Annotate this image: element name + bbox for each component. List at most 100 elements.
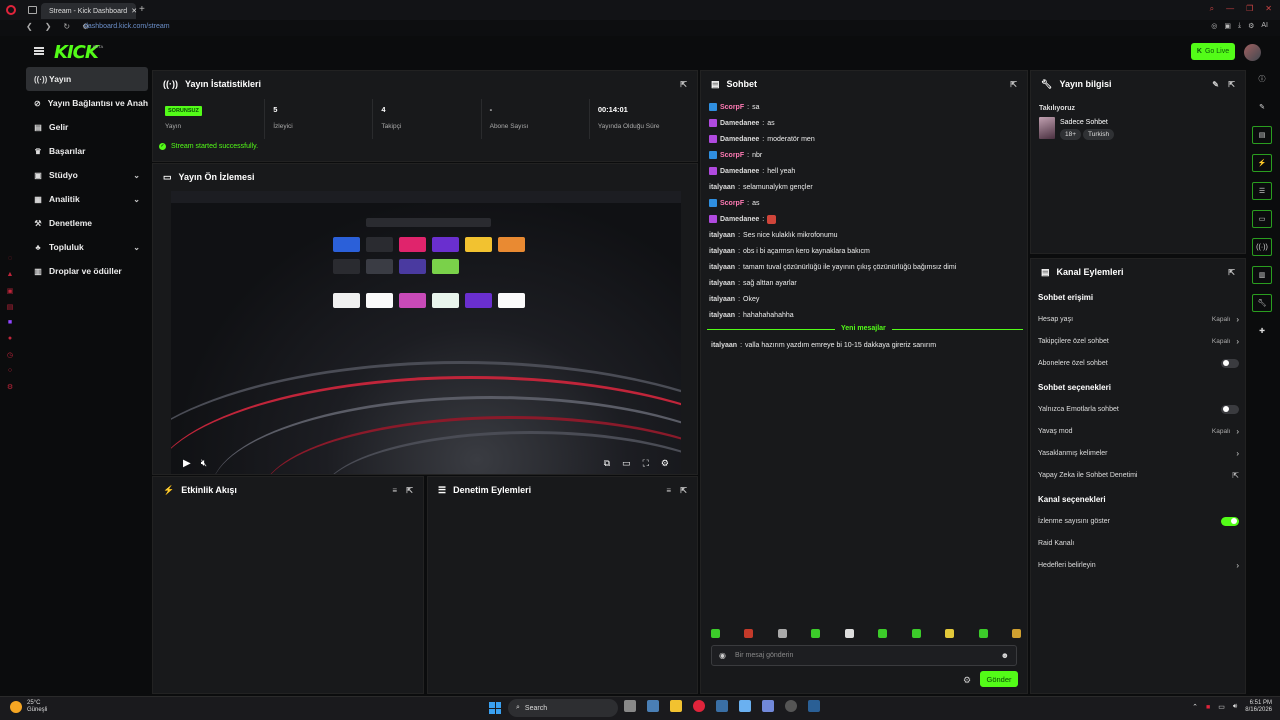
chat-username[interactable]: Damedanee [720,168,759,175]
sidebar-item-drops[interactable]: ▥ Droplar ve ödüller [26,259,148,283]
chat-input[interactable]: ◉ Bir mesaj gönderin ☻ [711,645,1017,666]
category-title[interactable]: Sadece Sohbet [1060,119,1116,126]
menu-icon[interactable] [34,47,44,55]
sidebar-item-analytics[interactable]: ▦ Analitik ⌄ [26,187,148,211]
file-explorer-icon[interactable] [670,700,682,712]
steam-icon[interactable] [808,700,820,712]
chat-username[interactable]: ScorpF [720,200,744,207]
sidebar-item-revenue[interactable]: ▤ Gelir [26,115,148,139]
opera-icon[interactable] [6,5,16,15]
chat-username[interactable]: Damedanee [720,136,759,143]
emote-only-toggle[interactable] [1221,404,1239,414]
task-view-icon[interactable] [624,700,636,712]
popout-icon[interactable]: ⇱ [1228,80,1235,89]
taskbar-search[interactable]: ⌕ Search [508,699,618,717]
go-live-button[interactable]: K Go Live [1191,43,1235,60]
popout-icon[interactable]: ⇱ [406,486,413,495]
account-age-row[interactable]: Hesap yaşı Kapalı › [1038,312,1239,326]
emote-icon[interactable] [711,629,720,638]
edit-icon[interactable]: ✎ [1252,98,1272,116]
chat-message[interactable]: italyaan: selamunalykm gençler [709,179,1025,195]
raid-channel-row[interactable]: Raid Kanalı [1038,536,1239,550]
broadcast-widget-icon[interactable]: ((·)) [1252,238,1272,256]
emote-icon[interactable] [844,629,854,638]
sidebar-item-moderation[interactable]: ⚒ Denetleme [26,211,148,235]
close-tab-icon[interactable]: ✕ [131,7,137,15]
chat-message[interactable]: italyaan: tamam tuval çözünürlüğü ile yay… [709,259,1025,275]
opera-app-icon[interactable]: ○ [6,367,14,375]
popout-icon[interactable]: ⇱ [1228,268,1235,277]
chat-username[interactable]: italyaan [711,342,737,349]
show-viewers-toggle[interactable] [1221,516,1239,526]
browser-tab[interactable]: Stream - Kick Dashboard ✕ [41,3,137,19]
chat-username[interactable]: italyaan [709,296,735,303]
maximize-icon[interactable]: ❐ [1246,4,1253,14]
chat-message[interactable]: Damedanee: hell yeah [709,163,1025,179]
slow-mode-row[interactable]: Yavaş mod Kapalı › [1038,424,1239,438]
chat-widget-icon[interactable]: ▭ [1252,210,1272,228]
chat-username[interactable]: Damedanee [720,120,759,127]
send-button[interactable]: Gönder [980,671,1018,687]
settings-icon[interactable]: ⚙ [661,458,669,469]
chat-message[interactable]: Damedanee: moderatör men [709,131,1025,147]
chat-message[interactable]: ScorpF: nbr [709,147,1025,163]
emote-icon[interactable] [777,629,787,638]
channel-widget-icon[interactable]: ▥ [1252,266,1272,284]
popout-icon[interactable]: ⇱ [680,486,687,495]
opera-app-icon[interactable]: ⚙ [6,383,14,391]
opera-app-icon[interactable]: ● [6,335,14,343]
app-tray-icon[interactable]: ■ [1206,704,1210,711]
pip-icon[interactable]: ⧉ [604,458,610,469]
sidebar-item-achievements[interactable]: ♛ Başarılar [26,139,148,163]
chat-username[interactable]: italyaan [709,184,735,191]
chevron-up-icon[interactable]: ⌃ [1192,703,1198,711]
opera-app-icon[interactable]: ▤ [6,303,14,311]
chat-message[interactable]: italyaan: sağ alttan ayarlar [709,275,1025,291]
chat-username[interactable]: ScorpF [720,152,744,159]
weather-widget[interactable]: 25°C Güneşli [10,700,47,714]
play-icon[interactable]: ▶ [183,458,191,469]
stats-widget-icon[interactable]: ▤ [1252,126,1272,144]
fullscreen-icon[interactable]: ⛶ [643,458,649,469]
filter-icon[interactable]: ≡ [666,486,671,495]
extension-icon[interactable]: ◎ [1211,22,1217,30]
mute-icon[interactable]: 🔇︎ [201,458,207,469]
wrench-widget-icon[interactable]: 🔧︎ [1252,294,1272,312]
list-widget-icon[interactable]: ☰ [1252,182,1272,200]
ai-moderation-row[interactable]: Yapay Zeka ile Sohbet Denetimi ⇱ [1038,468,1239,482]
emote-icon[interactable] [744,629,754,638]
video-player[interactable]: ▶ 🔇︎ ⧉ ▭ ⛶ ⚙ [171,191,681,474]
sidebar-item-community[interactable]: ♣ Topluluk ⌄ [26,235,148,259]
kick-logo[interactable]: KICK [54,42,99,63]
popout-icon[interactable]: ⇱ [1010,80,1017,89]
edit-icon[interactable]: ✎ [1212,80,1219,89]
sidebar-item-stream[interactable]: ((·)) Yayın [26,67,148,91]
subscribers-only-toggle[interactable] [1221,358,1239,368]
steam-icon[interactable] [716,700,728,712]
goals-row[interactable]: Hedefleri belirleyin › [1038,558,1239,572]
chat-username[interactable]: italyaan [709,248,735,255]
back-icon[interactable]: ❮ [26,22,33,31]
emoji-icon[interactable]: ☻ [1001,651,1009,660]
info-icon[interactable]: ⓘ [1252,70,1272,88]
search-tabs-icon[interactable]: ⌕ [1210,4,1214,14]
chat-username[interactable]: italyaan [709,232,735,239]
tab-overview-icon[interactable] [28,6,37,14]
ai-button[interactable]: AI [1261,22,1268,30]
steam-icon[interactable] [647,700,659,712]
banned-words-row[interactable]: Yasaklanmış kelimeler › [1038,446,1239,460]
app-icon[interactable] [739,700,751,712]
opera-app-icon[interactable]: ▲ [6,271,14,279]
close-window-icon[interactable]: ✕ [1265,4,1272,14]
chat-username[interactable]: italyaan [709,280,735,287]
chat-username[interactable]: Damedanee [720,216,759,223]
url-field[interactable]: dashboard.kick.com/stream [84,23,170,30]
volume-icon[interactable]: 🔊︎ [1233,703,1237,711]
chat-message[interactable]: ScorpF: sa [709,99,1025,115]
discord-icon[interactable] [762,700,774,712]
new-tab-icon[interactable]: + [139,4,145,15]
lightning-widget-icon[interactable]: ⚡ [1252,154,1272,172]
filter-icon[interactable]: ≡ [392,486,397,495]
chat-message[interactable]: italyaan: valla hazırım yazdım emreye bi… [711,337,936,353]
windows-start-icon[interactable] [489,702,501,714]
